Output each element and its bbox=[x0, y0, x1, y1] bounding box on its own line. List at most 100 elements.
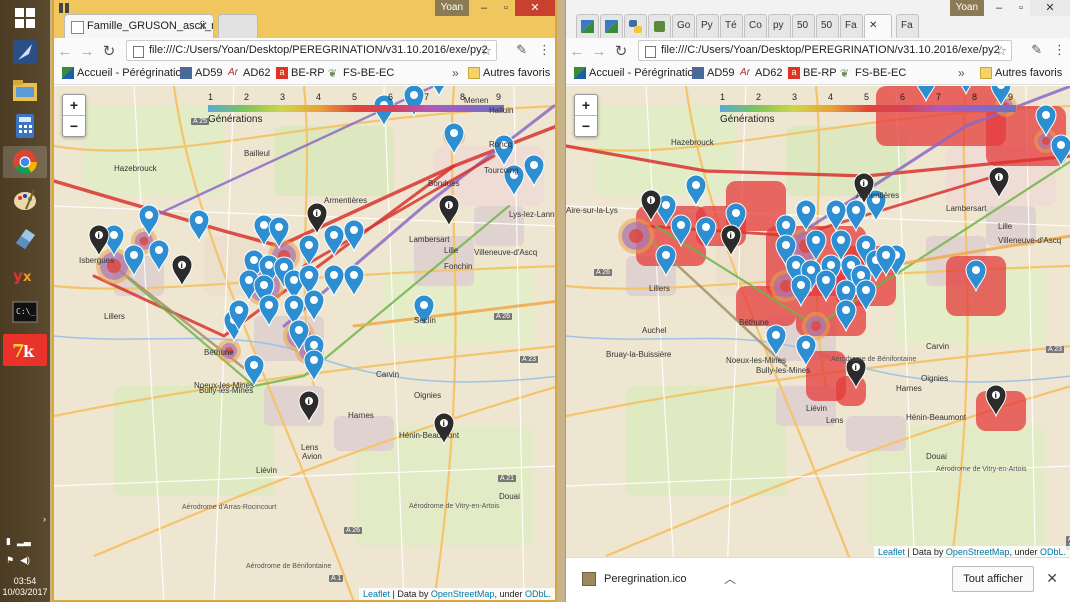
right-maximize-button[interactable]: ▫ bbox=[1012, 0, 1030, 16]
download-menu-icon[interactable]: ︿ bbox=[724, 570, 736, 587]
tab-fa2[interactable]: Fa bbox=[896, 14, 919, 38]
tab-co[interactable]: Co bbox=[744, 14, 767, 38]
show-all-downloads-button[interactable]: Tout afficher bbox=[952, 566, 1034, 592]
zoom-out-button[interactable]: − bbox=[575, 115, 597, 136]
tab-python[interactable] bbox=[624, 14, 647, 38]
paint-icon[interactable] bbox=[3, 184, 47, 216]
right-address-bar[interactable]: file:///C:/Users/Yoan/Desktop/PEREGRINAT… bbox=[638, 40, 1012, 61]
bookmark-ad62[interactable]: Ar AD62 bbox=[228, 67, 271, 79]
right-browser-window: Yoan – ▫ ✕ Go Py Té Co py 50 50 Fa ✕ Fa … bbox=[565, 0, 1070, 602]
zoom-in-button[interactable]: + bbox=[575, 95, 597, 115]
reload-icon[interactable]: ↻ bbox=[98, 42, 120, 60]
terminal-icon[interactable]: C:\_ bbox=[3, 296, 47, 328]
left-address-bar[interactable]: file:///C:/Users/Yoan/Desktop/PEREGRINAT… bbox=[126, 40, 497, 61]
extension-icon[interactable]: ✎ bbox=[516, 42, 527, 57]
bookmark-accueil[interactable]: Accueil - Pérégrination bbox=[62, 67, 188, 79]
left-maximize-button[interactable]: ▫ bbox=[497, 0, 515, 16]
volume-icon[interactable]: ◀) bbox=[20, 555, 30, 566]
left-minimize-button[interactable]: – bbox=[471, 0, 497, 16]
download-item[interactable]: Peregrination.ico bbox=[582, 572, 687, 586]
attrib-text: | Data by bbox=[905, 547, 946, 557]
map-place-label: Aérodrome de Vitry-en-Artois bbox=[936, 466, 1027, 473]
odbl-link[interactable]: ODbL. bbox=[1040, 547, 1066, 557]
tab-close-icon[interactable]: ✕ bbox=[869, 20, 877, 31]
road-shield-label: A 23 bbox=[520, 356, 539, 363]
right-leaflet-map[interactable]: i i i i i i + − 1 2 3 4 5 6 7 8 9 Générations… bbox=[566, 86, 1070, 558]
tray-expand-icon[interactable]: › bbox=[6, 514, 46, 524]
left-tab-famille[interactable]: Famille_GRUSON_ascii_n ✕ bbox=[64, 14, 214, 38]
bookmark-accueil[interactable]: Accueil - Pérégrination bbox=[574, 67, 700, 79]
forward-icon[interactable]: → bbox=[588, 43, 610, 60]
back-icon[interactable]: ← bbox=[54, 43, 76, 60]
tab-50b[interactable]: 50 bbox=[816, 14, 839, 38]
chrome-icon[interactable] bbox=[3, 146, 47, 178]
bookmark-fs-be-ec[interactable]: ❦ FS-BE-EC bbox=[328, 67, 394, 80]
file-explorer-icon[interactable] bbox=[3, 74, 47, 106]
bookmark-be-rp[interactable]: a BE-RP bbox=[276, 67, 325, 79]
extension-icon[interactable]: ✎ bbox=[1031, 42, 1042, 57]
zoom-in-button[interactable]: + bbox=[63, 95, 85, 115]
bookmark-ad59[interactable]: AD59 bbox=[692, 67, 735, 79]
left-leaflet-map[interactable]: iiiiii + − 1 2 3 4 5 6 7 8 9 Générations… bbox=[54, 86, 555, 600]
menu-icon[interactable]: ⋮ bbox=[1053, 42, 1066, 57]
map-place-label: Aire-sur-la-Lys bbox=[566, 206, 618, 215]
right-close-button[interactable]: ✕ bbox=[1030, 0, 1070, 16]
generations-legend: 1 2 3 4 5 6 7 8 9 Générations bbox=[720, 92, 1040, 126]
bookmark-ad59[interactable]: AD59 bbox=[180, 67, 223, 79]
tab-active[interactable]: ✕ bbox=[864, 14, 892, 38]
forward-icon[interactable]: → bbox=[76, 43, 98, 60]
bookmarks-more-icon[interactable]: » bbox=[958, 66, 965, 80]
tab-peregrination-2[interactable] bbox=[600, 14, 623, 38]
tab-peregrination-1[interactable] bbox=[576, 14, 599, 38]
tab-go[interactable]: Go bbox=[672, 14, 695, 38]
page-icon bbox=[71, 21, 84, 34]
bookmarks-more-icon[interactable]: » bbox=[452, 66, 459, 80]
tab-close-icon[interactable]: ✕ bbox=[198, 19, 208, 33]
tab-py[interactable]: Py bbox=[696, 14, 719, 38]
back-icon[interactable]: ← bbox=[566, 43, 588, 60]
leaflet-link[interactable]: Leaflet bbox=[878, 547, 905, 557]
menu-icon[interactable]: ⋮ bbox=[538, 42, 551, 57]
right-map-canvas[interactable]: i i i i i i bbox=[566, 86, 1070, 558]
feather-app-icon[interactable] bbox=[3, 36, 47, 68]
eraser-app-icon[interactable] bbox=[3, 222, 47, 254]
left-close-button[interactable]: ✕ bbox=[515, 0, 555, 16]
taskbar-clock[interactable]: 03:54 10/03/2017 bbox=[0, 576, 50, 598]
signal-icon[interactable]: ▂▃ bbox=[17, 536, 31, 547]
osm-link[interactable]: OpenStreetMap bbox=[946, 547, 1010, 557]
tab-py2[interactable]: py bbox=[768, 14, 791, 38]
bookmark-star-icon[interactable]: ☆ bbox=[480, 43, 492, 59]
reload-icon[interactable]: ↻ bbox=[610, 42, 632, 60]
network-icon[interactable]: ▮ bbox=[6, 536, 11, 547]
right-minimize-button[interactable]: – bbox=[986, 0, 1012, 16]
zoom-out-button[interactable]: − bbox=[63, 115, 85, 136]
svg-text:i: i bbox=[98, 232, 100, 240]
legend-num: 3 bbox=[280, 92, 286, 102]
leaflet-link[interactable]: Leaflet bbox=[363, 589, 390, 599]
bookmark-label: AD62 bbox=[243, 67, 271, 79]
winamp-icon[interactable]: yx bbox=[3, 260, 47, 292]
tab-te[interactable]: Té bbox=[720, 14, 743, 38]
left-user-badge[interactable]: Yoan bbox=[434, 0, 469, 16]
tab-addon[interactable] bbox=[648, 14, 671, 38]
other-bookmarks[interactable]: Autres favoris bbox=[980, 67, 1062, 79]
right-user-badge[interactable]: Yoan bbox=[949, 0, 984, 16]
windows-start-icon[interactable] bbox=[3, 2, 47, 34]
bookmark-fs-be-ec[interactable]: ❦ FS-BE-EC bbox=[840, 67, 906, 80]
bookmark-star-icon[interactable]: ☆ bbox=[995, 43, 1007, 59]
flag-icon[interactable]: ⚑ bbox=[6, 555, 14, 566]
bookmark-label: AD62 bbox=[755, 67, 783, 79]
osm-link[interactable]: OpenStreetMap bbox=[431, 589, 495, 599]
tab-50a[interactable]: 50 bbox=[792, 14, 815, 38]
bookmark-ad62[interactable]: Ar AD62 bbox=[740, 67, 783, 79]
ad59-icon bbox=[180, 67, 192, 79]
other-bookmarks[interactable]: Autres favoris bbox=[468, 67, 550, 79]
calculator-icon[interactable] bbox=[3, 110, 47, 142]
tab-fa1[interactable]: Fa bbox=[840, 14, 863, 38]
close-download-shelf-button[interactable]: ✕ bbox=[1046, 570, 1058, 587]
map-place-label: Lambersart bbox=[409, 235, 450, 244]
python-app-icon[interactable]: 7k bbox=[3, 334, 47, 366]
odbl-link[interactable]: ODbL. bbox=[525, 589, 551, 599]
bookmark-be-rp[interactable]: a BE-RP bbox=[788, 67, 837, 79]
left-new-tab-button[interactable] bbox=[218, 14, 258, 38]
